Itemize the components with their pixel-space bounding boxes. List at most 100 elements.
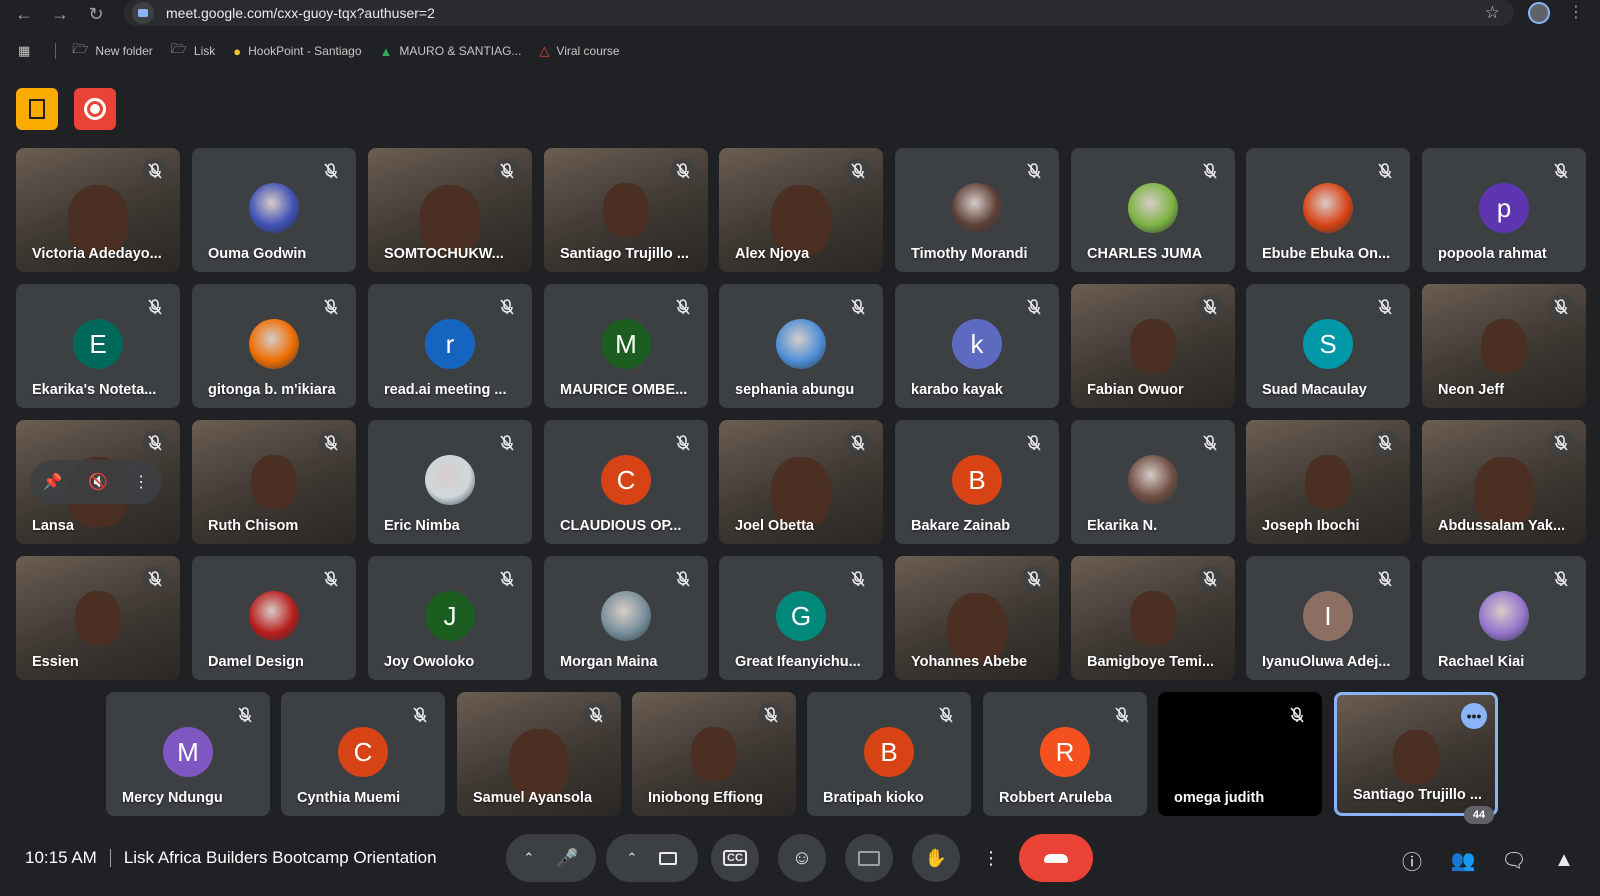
participant-tile[interactable]: C CLAUDIOUS OP... <box>544 420 708 544</box>
participant-tile[interactable]: Yohannes Abebe <box>895 556 1059 680</box>
avatar: R <box>1040 727 1090 777</box>
participant-tile[interactable]: Abdussalam Yak... <box>1422 420 1586 544</box>
participant-tile[interactable]: Essien <box>16 556 180 680</box>
participant-tile[interactable]: B Bratipah kioko <box>807 692 971 816</box>
participant-tile[interactable]: S Suad Macaulay <box>1246 284 1410 408</box>
recording-button[interactable] <box>74 88 116 130</box>
info-divider <box>109 849 111 867</box>
participant-tile[interactable]: Joseph Ibochi <box>1246 420 1410 544</box>
mic-off-icon <box>1372 430 1398 456</box>
participant-name: Abdussalam Yak... <box>1438 518 1566 534</box>
participant-tile[interactable]: 📌 🔇 ⋮ Lansa <box>16 420 180 544</box>
profile-avatar[interactable] <box>1528 2 1550 24</box>
reactions-button[interactable]: ☺ <box>778 834 826 882</box>
participant-tile[interactable]: Joel Obetta <box>719 420 883 544</box>
forward-arrow-icon[interactable]: → <box>42 0 78 28</box>
participant-tile[interactable]: Iniobong Effiong <box>632 692 796 816</box>
video-feed <box>68 185 128 255</box>
more-vert-icon[interactable]: ⋮ <box>133 472 149 492</box>
meeting-title: Lisk Africa Builders Bootcamp Orientatio… <box>123 848 437 867</box>
mic-off-icon <box>845 566 871 592</box>
participant-tile[interactable]: Neon Jeff <box>1422 284 1586 408</box>
mic-off-icon <box>1109 702 1135 728</box>
participant-tile[interactable]: E Ekarika's Noteta... <box>16 284 180 408</box>
microphone-icon[interactable]: 🎤 <box>556 848 578 869</box>
participant-tile[interactable]: Santiago Trujillo ... <box>544 148 708 272</box>
participant-tile[interactable]: r read.ai meeting ... <box>368 284 532 408</box>
browser-menu-icon[interactable]: ⋮ <box>1568 2 1584 22</box>
bookmark-star-icon[interactable]: ☆ <box>1485 3 1500 23</box>
host-controls-button[interactable] <box>16 88 58 130</box>
avatar <box>249 319 299 369</box>
present-button[interactable] <box>845 834 893 882</box>
participant-tile[interactable]: I IyanuOluwa Adej... <box>1246 556 1410 680</box>
participant-tile[interactable]: k karabo kayak <box>895 284 1059 408</box>
address-bar[interactable]: meet.google.com/cxx-guoy-tqx?authuser=2 … <box>124 0 1514 26</box>
pin-icon[interactable]: 📌 <box>43 472 63 492</box>
url-text[interactable]: meet.google.com/cxx-guoy-tqx?authuser=2 <box>166 5 435 21</box>
avatar <box>952 183 1002 233</box>
participant-tile[interactable]: M Mercy Ndungu <box>106 692 270 816</box>
participant-count-badge: 44 <box>1464 806 1494 824</box>
mic-off-icon <box>845 430 871 456</box>
participant-tile[interactable]: sephania abungu <box>719 284 883 408</box>
participant-tile[interactable]: p popoola rahmat <box>1422 148 1586 272</box>
bookmark-label: Viral course <box>556 44 620 58</box>
participant-name: Alex Njoya <box>735 246 810 262</box>
door-icon <box>29 99 45 119</box>
camera-icon[interactable] <box>659 851 678 865</box>
participant-tile[interactable]: Samuel Ayansola <box>457 692 621 816</box>
participant-tile[interactable]: Rachael Kiai <box>1422 556 1586 680</box>
more-options-button[interactable]: ⋮ <box>976 834 1006 882</box>
record-icon <box>84 98 106 120</box>
participant-name: Damel Design <box>208 654 304 670</box>
participant-tile[interactable]: B Bakare Zainab <box>895 420 1059 544</box>
bookmark-lisk[interactable]: 🗁 Lisk <box>171 40 215 62</box>
participant-tile[interactable]: CHARLES JUMA <box>1071 148 1235 272</box>
participant-tile[interactable]: SOMTOCHUKW... <box>368 148 532 272</box>
mute-participant-icon[interactable]: 🔇 <box>88 472 108 492</box>
participant-tile[interactable]: Fabian Owuor <box>1071 284 1235 408</box>
mic-off-icon <box>1548 566 1574 592</box>
participant-tile[interactable]: C Cynthia Muemi <box>281 692 445 816</box>
video-feed <box>1474 457 1534 527</box>
meeting-details-icon[interactable]: ⓘ <box>1396 844 1428 876</box>
raise-hand-button[interactable]: ✋ <box>912 834 960 882</box>
bookmark-new-folder[interactable]: 🗁 New folder <box>72 40 152 62</box>
apps-grid-icon[interactable]: ▦ <box>18 43 37 59</box>
reload-icon[interactable]: ↻ <box>78 0 114 28</box>
chevron-up-icon[interactable]: ⌃ <box>523 850 534 866</box>
bookmark-viral-course[interactable]: △ Viral course <box>539 43 619 59</box>
participant-tile[interactable]: G Great Ifeanyichu... <box>719 556 883 680</box>
participant-tile[interactable]: Alex Njoya <box>719 148 883 272</box>
participant-tile[interactable]: gitonga b. m'ikiara <box>192 284 356 408</box>
participant-tile[interactable]: Ruth Chisom <box>192 420 356 544</box>
participant-tile[interactable]: Victoria Adedayo... <box>16 148 180 272</box>
mic-off-icon <box>1021 566 1047 592</box>
participant-tile[interactable]: ••• Santiago Trujillo ... <box>1334 692 1498 816</box>
participant-tile[interactable]: Ekarika N. <box>1071 420 1235 544</box>
participant-tile[interactable]: R Robbert Aruleba <box>983 692 1147 816</box>
participant-tile[interactable]: Ouma Godwin <box>192 148 356 272</box>
chat-icon[interactable]: 🗨 <box>1498 844 1530 876</box>
leave-call-button[interactable] <box>1019 834 1093 882</box>
participant-tile[interactable]: Eric Nimba <box>368 420 532 544</box>
participant-tile[interactable]: M MAURICE OMBE... <box>544 284 708 408</box>
participant-tile[interactable]: J Joy Owoloko <box>368 556 532 680</box>
people-icon[interactable]: 👥 <box>1447 844 1479 876</box>
participant-tile[interactable]: Damel Design <box>192 556 356 680</box>
chevron-up-icon[interactable]: ⌃ <box>627 850 638 866</box>
activities-icon[interactable]: ▲ <box>1548 844 1580 876</box>
tile-options-icon[interactable]: ••• <box>1461 703 1487 729</box>
participant-tile[interactable]: Morgan Maina <box>544 556 708 680</box>
bookmark-hookpoint[interactable]: ● HookPoint - Santiago <box>233 44 361 59</box>
captions-button[interactable]: CC <box>711 834 759 882</box>
bookmark-mauro-santiago[interactable]: ▲ MAURO & SANTIAG... <box>380 44 522 59</box>
bookmarks-divider <box>55 43 57 59</box>
back-arrow-icon[interactable]: ← <box>6 0 42 28</box>
participant-tile[interactable]: Ebube Ebuka On... <box>1246 148 1410 272</box>
participant-tile[interactable]: Timothy Morandi <box>895 148 1059 272</box>
avatar: C <box>601 455 651 505</box>
participant-tile[interactable]: Bamigboye Temi... <box>1071 556 1235 680</box>
participant-tile[interactable]: omega judith <box>1158 692 1322 816</box>
